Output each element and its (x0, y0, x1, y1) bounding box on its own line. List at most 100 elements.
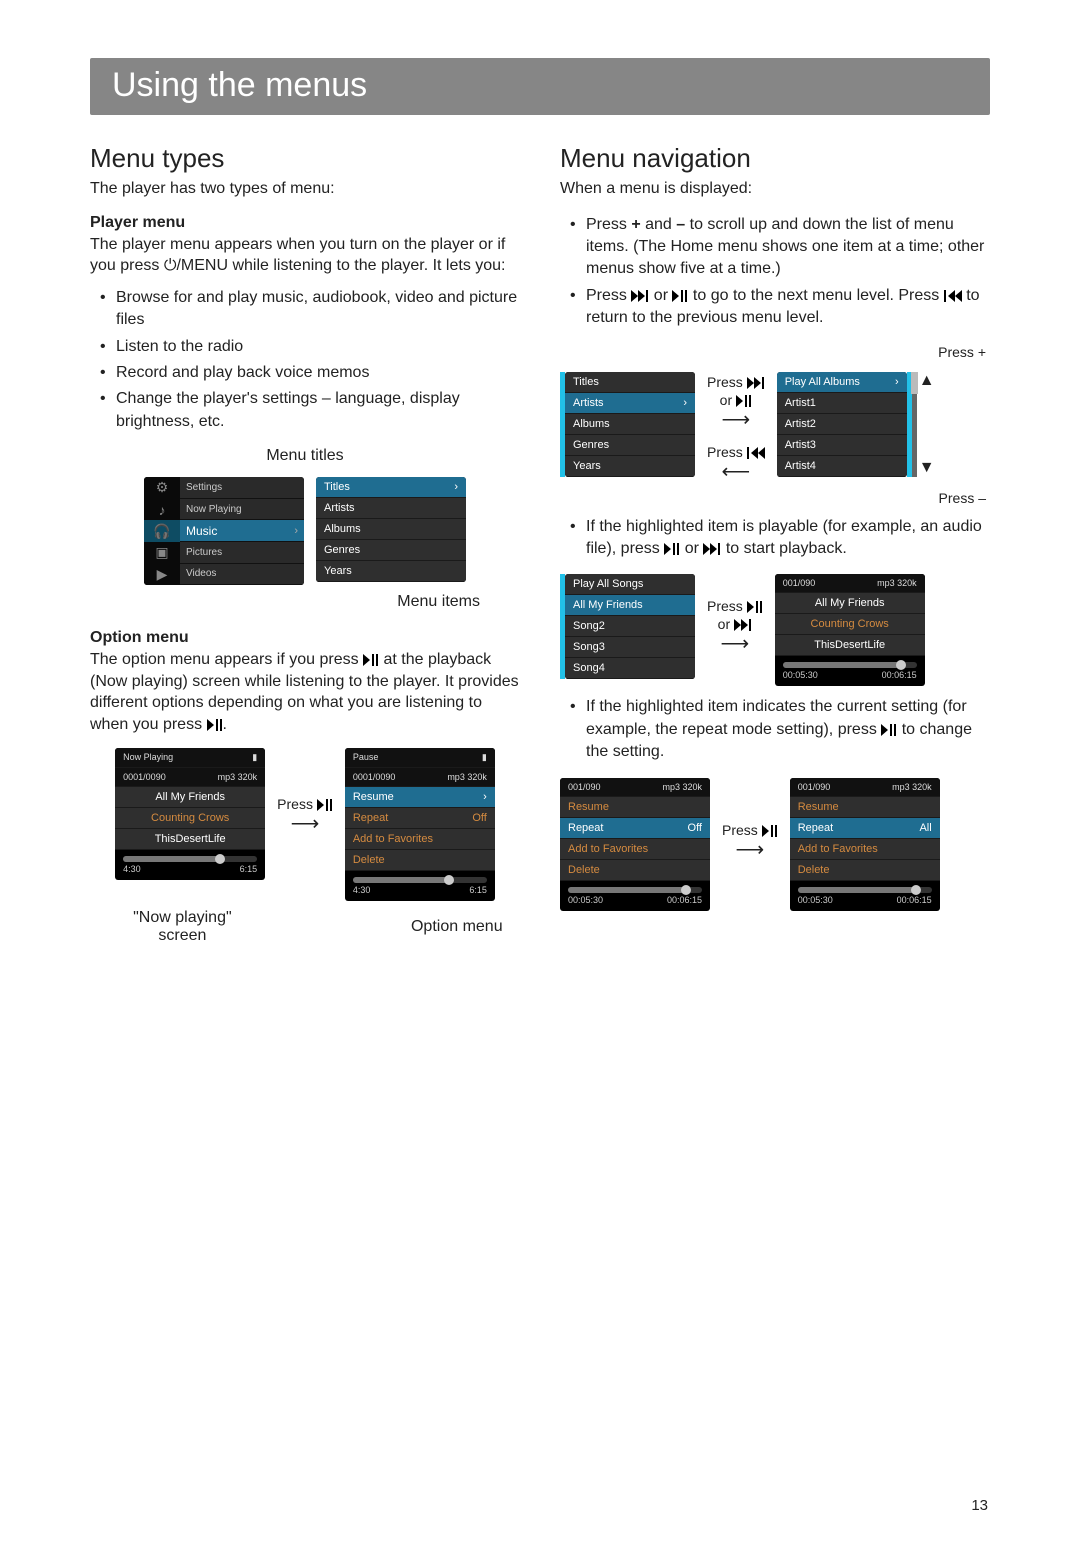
menu-nav-heading: Menu navigation (560, 143, 990, 174)
menu-item: Artist4 (777, 456, 907, 477)
progress-knob (911, 885, 921, 895)
elapsed: 00:05:30 (568, 895, 603, 905)
opt-value: Off (472, 812, 486, 824)
repeat-screen-a: 001/090 mp3 320k Resume Repeat Off Add t… (560, 778, 710, 911)
opt-label: Add to Favorites (798, 843, 878, 855)
press-minus-label: Press – (560, 490, 990, 506)
album-name: ThisDesertLife (775, 635, 925, 656)
pictures-icon: ▣ (144, 542, 180, 564)
next-icon (631, 290, 649, 302)
option-item: Delete (560, 860, 710, 881)
home-item-label: Music (186, 524, 217, 538)
press-fwd-or-pp: Press or ⟶ (707, 374, 765, 430)
arrow-left-icon: ⟵ (722, 462, 751, 482)
option-item: Delete (790, 860, 940, 881)
option-menu-screen: Pause ▮ 0001/0090 mp3 320k Resume › Repe… (345, 748, 495, 901)
play-pause-icon (762, 825, 778, 837)
txt: and (641, 216, 677, 233)
txt: Press (707, 444, 747, 460)
minus-icon: – (676, 216, 685, 233)
press-playpause-label: Press ⟶ (277, 796, 333, 834)
counter: 001/090 (568, 782, 601, 792)
opt-label: Resume (353, 791, 394, 803)
album-name: ThisDesertLife (115, 829, 265, 850)
option-item-selected: Repeat Off (560, 818, 710, 839)
arrow-right-icon: ⟶ (721, 634, 750, 654)
screen-subheader: 0001/0090 mp3 320k (345, 768, 495, 787)
txt: The option menu appears if you press (90, 651, 363, 668)
progress-knob (215, 854, 225, 864)
music-menu-screen: Titles › Artists Albums Genres Years (316, 477, 466, 582)
progress-bar (798, 887, 932, 893)
arrow-right-icon: ⟶ (291, 814, 320, 834)
nav-bullet-2: Press or to go to the next menu level. P… (586, 285, 990, 330)
home-item: Now Playing (180, 499, 304, 521)
option-item: Add to Favorites (560, 839, 710, 860)
header-title: Pause (353, 752, 379, 762)
scroll-thumb (911, 372, 918, 394)
menu-item: Play All Songs (565, 574, 695, 595)
now-playing-caption: "Now playing" screen (107, 909, 257, 945)
txt: to start playback. (726, 540, 847, 557)
menu-item: Song3 (565, 637, 695, 658)
arrow-up-icon: ▲ (919, 372, 935, 390)
counter: 001/090 (783, 578, 816, 588)
counter: 001/090 (798, 782, 831, 792)
track-title: All My Friends (775, 593, 925, 614)
nav-menu-b: Play All Albums › Artist1 Artist2 Artist… (777, 372, 907, 477)
menu-items-caption: Menu items (90, 593, 520, 611)
repeat-screen-b: 001/090 mp3 320k Resume Repeat All Add t… (790, 778, 940, 911)
option-item-selected: Repeat All (790, 818, 940, 839)
txt: Press (277, 796, 317, 812)
battery-icon: ▮ (252, 752, 257, 763)
artist-name: Counting Crows (115, 808, 265, 829)
press-prev: Press ⟵ (707, 444, 765, 482)
next-icon (703, 543, 721, 555)
progress-knob (896, 660, 906, 670)
next-icon (734, 619, 752, 631)
track-title: All My Friends (115, 787, 265, 808)
home-menu-screen: ⚙ ♪ 🎧 ▣ ▶ Settings Now Playing Music › (144, 477, 304, 585)
chevron-right-icon: › (454, 481, 458, 493)
menu-item-label: All My Friends (573, 599, 643, 611)
page-banner: Using the menus (90, 58, 990, 115)
progress-fill (353, 877, 449, 883)
arrow-right-icon: ⟶ (736, 840, 765, 860)
screen-subheader: 001/090 mp3 320k (790, 778, 940, 797)
play-pause-icon (736, 395, 752, 407)
txt: or (685, 540, 704, 557)
codec: mp3 320k (662, 782, 702, 792)
settings-icon: ⚙ (144, 477, 180, 499)
battery-icon: ▮ (482, 752, 487, 763)
progress-knob (681, 885, 691, 895)
option-item: Repeat Off (345, 808, 495, 829)
player-menu-para-text: The player menu appears when you turn on… (90, 236, 506, 275)
opt-label: Repeat (568, 822, 603, 834)
progress-fill (798, 887, 916, 893)
option-item: Resume (790, 797, 940, 818)
menu-item: Years (565, 456, 695, 477)
arrow-down-icon: ▼ (919, 459, 935, 477)
list-item: Listen to the radio (116, 336, 520, 358)
screen-header: Now Playing ▮ (115, 748, 265, 768)
total: 00:06:15 (882, 670, 917, 680)
total: 00:06:15 (897, 895, 932, 905)
menu-item-label: Play All Albums (785, 376, 860, 388)
nav-menu-a: Titles Artists › Albums Genres Years (565, 372, 695, 477)
menu-item: Years (316, 561, 466, 582)
menu-item: Artist1 (777, 393, 907, 414)
txt: Press (586, 287, 631, 304)
play-pause-icon (672, 290, 688, 302)
home-item-selected: Music › (180, 520, 304, 542)
press-pp-or-fwd: Press or ⟶ (707, 598, 763, 654)
txt: Press (707, 598, 747, 614)
codec: mp3 320k (892, 782, 932, 792)
txt: Press – (939, 490, 986, 506)
screen-header: Pause ▮ (345, 748, 495, 768)
total: 00:06:15 (667, 895, 702, 905)
play-pause-icon (664, 543, 680, 555)
screen-subheader: 001/090 mp3 320k (560, 778, 710, 797)
option-menu-para: The option menu appears if you press at … (90, 649, 520, 735)
play-pause-icon (747, 601, 763, 613)
time-bar: 4:30 6:15 (115, 864, 265, 880)
